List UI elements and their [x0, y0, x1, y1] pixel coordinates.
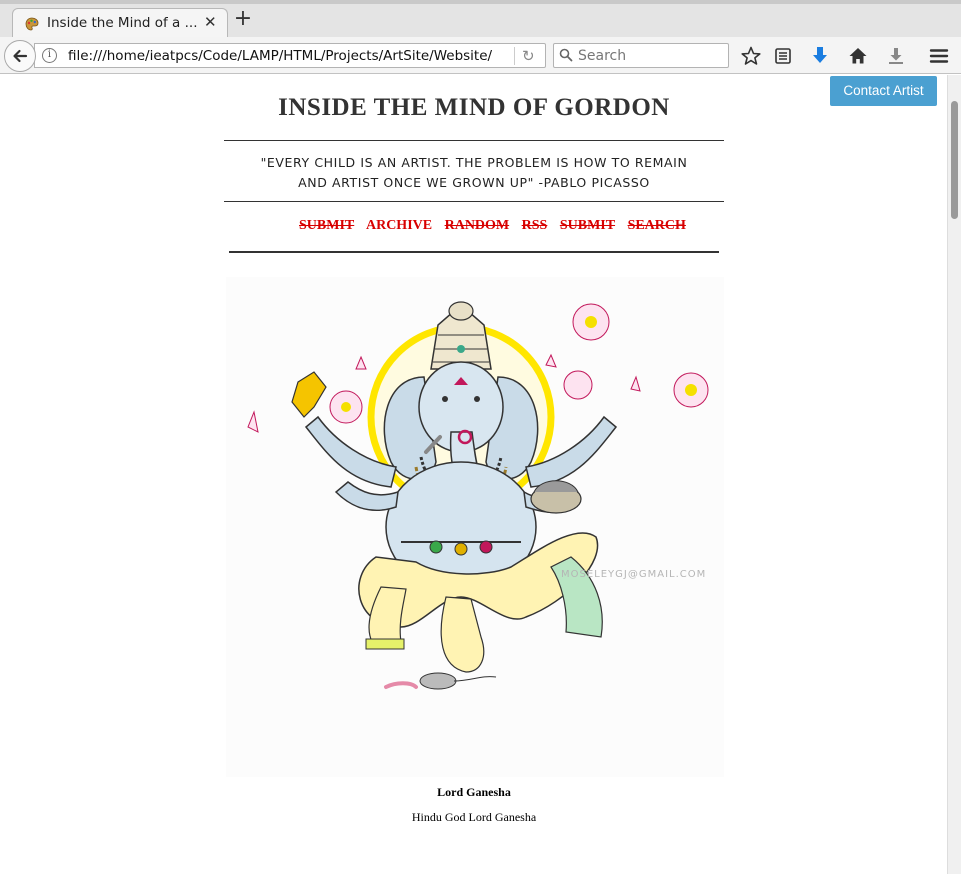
nav-submit-link-2[interactable]: SUBMIT — [560, 218, 615, 233]
picasso-quote: "EVERY CHILD IS AN ARTIST. THE PROBLEM I… — [224, 153, 724, 193]
lotus-flower-icon — [329, 390, 363, 424]
search-icon — [559, 48, 573, 62]
nav-submit-link[interactable]: SUBMIT — [299, 218, 354, 233]
search-box[interactable]: Search — [553, 43, 729, 68]
contact-artist-button[interactable]: Contact Artist — [830, 76, 937, 106]
nav-archive-link[interactable]: ARCHIVE — [366, 218, 432, 233]
url-text[interactable]: file:///home/ieatpcs/Code/LAMP/HTML/Proj… — [68, 48, 513, 64]
downloads-icon[interactable] — [885, 45, 907, 67]
info-icon[interactable]: i — [42, 48, 57, 63]
nav-rss-link[interactable]: RSS — [522, 218, 548, 233]
nav-divider — [229, 251, 719, 253]
quote-line-2: AND ARTIST ONCE WE GROWN UP" -PABLO PICA… — [298, 175, 650, 190]
tab-title: Inside the Mind of a ... — [47, 15, 198, 31]
page-scrollbar[interactable] — [947, 75, 961, 874]
url-bar[interactable]: i file:///home/ieatpcs/Code/LAMP/HTML/Pr… — [34, 43, 546, 68]
ganesha-artwork-image[interactable]: MOSELEYGJ@GMAIL.COM — [226, 277, 724, 777]
lotus-flower-icon — [563, 370, 593, 400]
tab-bar: Inside the Mind of a ... ✕ + — [0, 0, 961, 38]
quote-line-1: "EVERY CHILD IS AN ARTIST. THE PROBLEM I… — [260, 155, 688, 170]
palette-favicon-icon — [25, 17, 39, 31]
reading-list-icon[interactable] — [772, 45, 794, 67]
reload-icon[interactable]: ↻ — [522, 47, 535, 65]
url-divider — [514, 47, 515, 65]
site-nav: SUBMIT ARCHIVE RANDOM RSS SUBMIT SEARCH — [299, 218, 695, 234]
close-tab-icon[interactable]: ✕ — [204, 13, 217, 31]
back-button[interactable] — [4, 40, 36, 72]
navigation-toolbar: i file:///home/ieatpcs/Code/LAMP/HTML/Pr… — [0, 37, 961, 74]
menu-icon[interactable] — [928, 45, 950, 67]
home-icon[interactable] — [847, 45, 869, 67]
lotus-flower-icon — [572, 303, 610, 341]
artwork-watermark: MOSELEYGJ@GMAIL.COM — [561, 569, 706, 580]
artwork-description: Hindu God Lord Ganesha — [411, 810, 537, 824]
scrollbar-thumb[interactable] — [951, 101, 958, 219]
browser-tab[interactable]: Inside the Mind of a ... ✕ — [12, 8, 228, 38]
quote-divider — [224, 201, 724, 202]
nav-search-link[interactable]: SEARCH — [628, 218, 686, 233]
lotus-flower-icon — [673, 372, 709, 408]
download-arrow-icon[interactable] — [809, 45, 831, 67]
star-icon[interactable] — [740, 45, 762, 67]
title-divider — [224, 140, 724, 141]
back-arrow-icon — [13, 49, 28, 63]
web-page: Contact Artist INSIDE THE MIND OF GORDON… — [0, 75, 947, 874]
new-tab-plus-icon[interactable]: + — [232, 8, 254, 31]
artwork-title: Lord Ganesha — [437, 785, 511, 799]
site-title: INSIDE THE MIND OF GORDON — [278, 94, 670, 121]
search-placeholder: Search — [578, 48, 627, 64]
nav-random-link[interactable]: RANDOM — [445, 218, 510, 233]
